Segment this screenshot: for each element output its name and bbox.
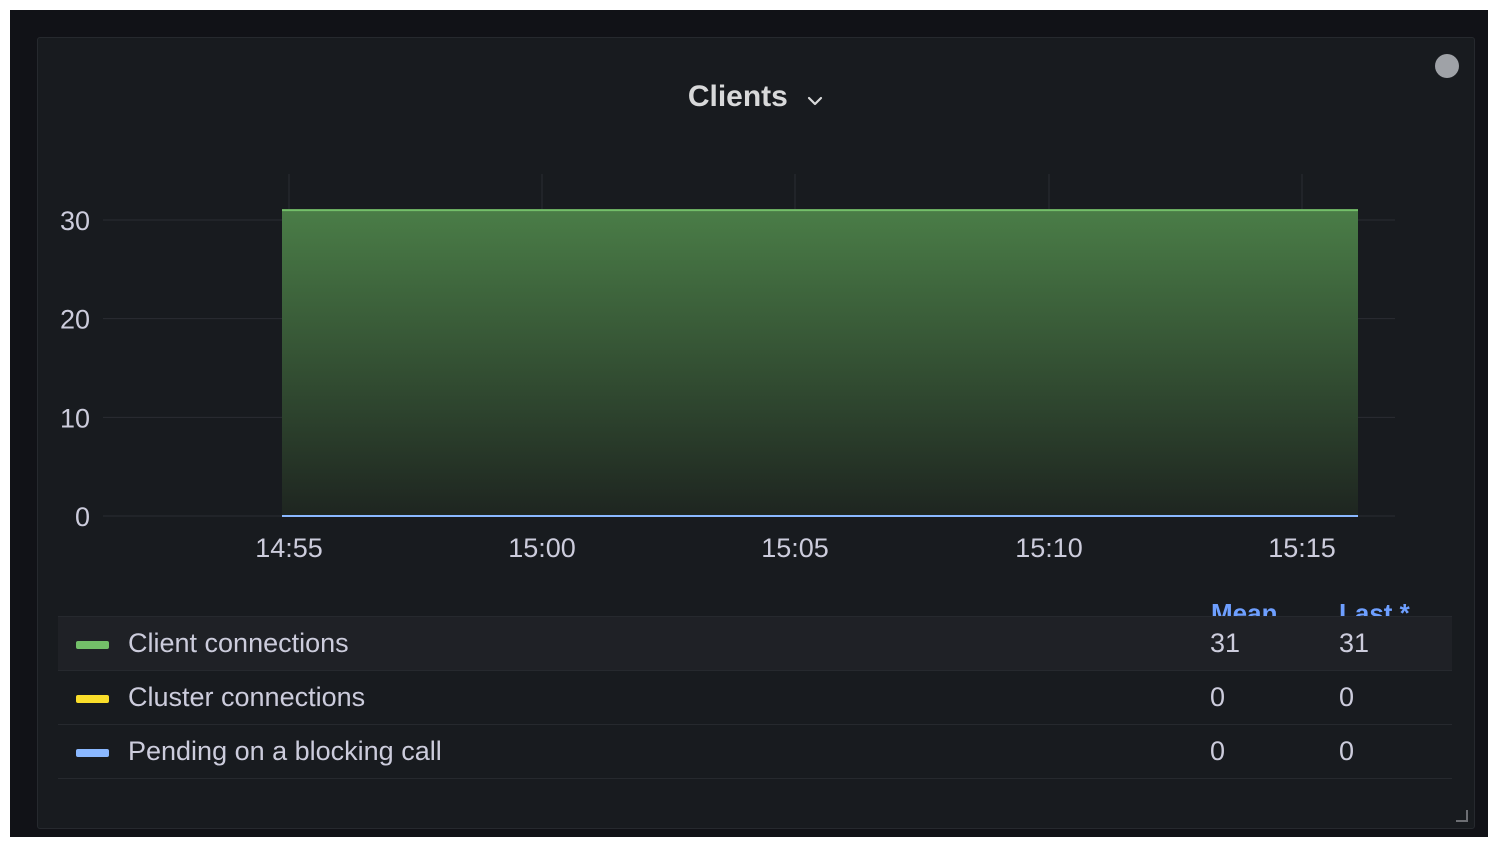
legend-row[interactable]: Pending on a blocking call 0 0 <box>58 725 1452 779</box>
x-tick-label: 15:00 <box>508 533 576 563</box>
legend-mean-value: 31 <box>1210 628 1241 658</box>
y-tick-label: 0 <box>75 502 90 532</box>
y-tick-label: 10 <box>60 403 90 433</box>
y-tick-label: 20 <box>60 305 90 335</box>
legend-series-name[interactable]: Client connections <box>128 628 349 659</box>
dashboard-canvas: Clients 0 10 20 30 14:55 15:00 15:05 15:10 15:15… <box>10 10 1488 837</box>
series-color-swatch[interactable] <box>76 749 109 757</box>
x-tick-label: 14:55 <box>255 533 323 563</box>
x-tick-label: 15:15 <box>1268 533 1336 563</box>
legend-series-name[interactable]: Cluster connections <box>128 682 365 713</box>
series-area-client-connections[interactable] <box>282 210 1358 516</box>
legend-row[interactable]: Client connections 31 31 <box>58 616 1452 671</box>
series-color-swatch[interactable] <box>76 695 109 703</box>
clients-panel: Clients 0 10 20 30 14:55 15:00 15:05 15:10 15:15… <box>37 37 1475 829</box>
x-tick-label: 15:05 <box>761 533 829 563</box>
legend-last-value: 31 <box>1339 628 1370 658</box>
legend-table: Client connections 31 31 Cluster connection… <box>58 616 1452 809</box>
series-color-swatch[interactable] <box>76 641 109 649</box>
legend-mean-value: 0 <box>1210 682 1226 712</box>
legend-last-value: 0 <box>1339 736 1355 766</box>
resize-handle-icon[interactable] <box>1456 810 1468 822</box>
x-tick-label: 15:10 <box>1015 533 1083 563</box>
legend-series-name[interactable]: Pending on a blocking call <box>128 736 442 767</box>
legend-mean-value: 0 <box>1210 736 1226 766</box>
legend-row[interactable]: Cluster connections 0 0 <box>58 671 1452 725</box>
legend-last-value: 0 <box>1339 682 1355 712</box>
legend-row-clipped[interactable] <box>58 779 1452 809</box>
time-series-chart[interactable]: 0 10 20 30 14:55 15:00 15:05 15:10 15:15 <box>38 38 1474 598</box>
y-tick-label: 30 <box>60 206 90 236</box>
